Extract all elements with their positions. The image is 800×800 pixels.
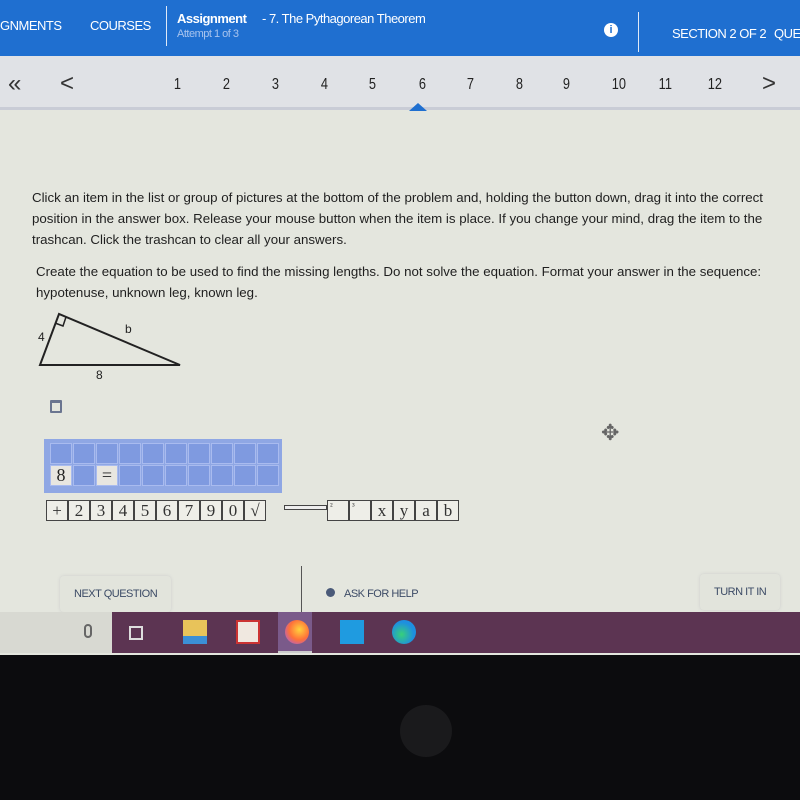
tile-13[interactable]: x	[371, 500, 393, 521]
tile-16[interactable]: b	[437, 500, 459, 521]
next-question-button[interactable]: NEXT QUESTION	[60, 576, 172, 612]
answer-slot[interactable]	[211, 465, 233, 486]
fraction-bar-tile[interactable]	[284, 505, 327, 510]
tile-7[interactable]: 9	[200, 500, 222, 521]
edge-icon[interactable]	[392, 620, 416, 644]
answer-slot[interactable]	[211, 443, 233, 464]
assignment-title: - 7. The Pythagorean Theorem	[262, 11, 426, 26]
info-icon[interactable]: i	[604, 23, 618, 37]
page-7-button[interactable]: 7	[467, 76, 474, 94]
page-8-button[interactable]: 8	[516, 76, 523, 94]
mail-icon[interactable]	[340, 620, 364, 644]
tile-1[interactable]: 2	[68, 500, 90, 521]
tile-14[interactable]: y	[393, 500, 415, 521]
page-5-button[interactable]: 5	[369, 76, 376, 94]
tile-8[interactable]: 0	[222, 500, 244, 521]
answer-slot[interactable]	[165, 465, 187, 486]
tile-9[interactable]: √	[244, 500, 266, 521]
firefox-logo	[285, 620, 309, 644]
next-page-button[interactable]: >	[762, 70, 776, 98]
ask-for-help-button[interactable]: ASK FOR HELP	[330, 576, 432, 612]
tile-11[interactable]: ²	[327, 500, 349, 521]
page-3-button[interactable]: 3	[272, 76, 279, 94]
answer-slot[interactable]: 8	[50, 465, 72, 486]
page-10-button[interactable]: 10	[612, 76, 626, 94]
tile-palette: +2 3 4 5 6 7 9 0 √	[46, 500, 266, 521]
section-indicator: SECTION 2 OF 2	[672, 26, 767, 41]
answer-slot[interactable]	[234, 465, 256, 486]
answer-slot[interactable]	[165, 443, 187, 464]
task-view-icon[interactable]	[129, 626, 143, 640]
screen: GNMENTS COURSES Assignment - 7. The Pyth…	[0, 0, 800, 655]
laptop-logo	[400, 705, 452, 757]
nav-questions[interactable]: QUES	[774, 26, 800, 41]
tile-12[interactable]: ³	[349, 500, 371, 521]
answer-slot[interactable]	[234, 443, 256, 464]
tile-2[interactable]: 3	[90, 500, 112, 521]
answer-slot[interactable]	[142, 443, 164, 464]
leg-label: 4	[38, 330, 45, 344]
answer-slot[interactable]	[257, 465, 279, 486]
answer-box[interactable]: 8 =	[44, 439, 282, 493]
answer-slot[interactable]	[73, 465, 95, 486]
taskbar	[0, 612, 800, 653]
answer-slot[interactable]	[50, 443, 72, 464]
page-11-button[interactable]: 11	[659, 76, 672, 94]
tile-5[interactable]: 6	[156, 500, 178, 521]
hypotenuse-label: b	[125, 322, 132, 336]
current-page-indicator	[409, 103, 427, 111]
right-triangle-figure	[38, 312, 181, 366]
answer-slot[interactable]	[188, 443, 210, 464]
page-9-button[interactable]: 9	[563, 76, 570, 94]
tile-4[interactable]: 5	[134, 500, 156, 521]
tile-palette-variables: ²³xyab	[327, 500, 459, 521]
answer-slot[interactable]: =	[96, 465, 118, 486]
file-explorer-icon[interactable]	[183, 620, 207, 644]
turn-in-button[interactable]: TURN IT IN	[700, 574, 781, 610]
answer-slot[interactable]	[142, 465, 164, 486]
answer-slot[interactable]	[119, 443, 141, 464]
answer-slot[interactable]	[96, 443, 118, 464]
move-cursor-icon: ✥	[601, 420, 620, 445]
page-2-button[interactable]: 2	[223, 76, 230, 94]
answer-slot[interactable]	[119, 465, 141, 486]
app-icon[interactable]	[236, 620, 260, 644]
page-12-button[interactable]: 12	[708, 76, 722, 94]
trash-icon[interactable]	[50, 400, 62, 413]
tile-15[interactable]: a	[415, 500, 437, 521]
page-4-button[interactable]: 4	[321, 76, 328, 94]
tile-0[interactable]: +	[46, 500, 68, 521]
answer-slot[interactable]	[73, 443, 95, 464]
base-label: 8	[96, 368, 103, 382]
tile-3[interactable]: 4	[112, 500, 134, 521]
page-6-button[interactable]: 6	[419, 76, 426, 94]
tile-6[interactable]: 7	[178, 500, 200, 521]
microphone-icon[interactable]	[84, 624, 92, 638]
answer-slot[interactable]	[257, 443, 279, 464]
answer-slot[interactable]	[188, 465, 210, 486]
